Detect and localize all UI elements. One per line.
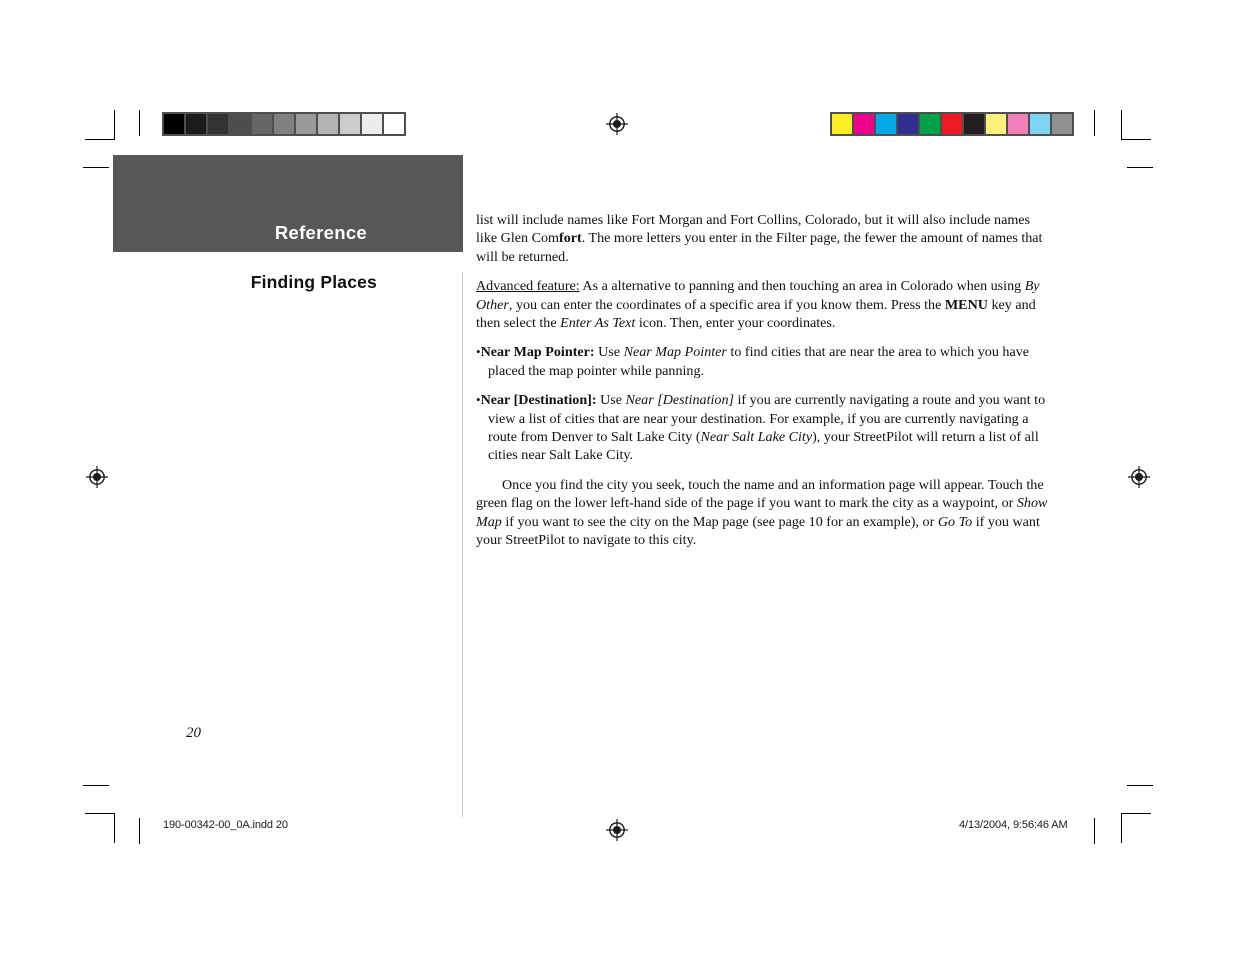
- paragraph-closing: Once you find the city you seek, touch t…: [476, 476, 1054, 550]
- color-swatch-4: [920, 114, 940, 134]
- list-item-term: Near [Destination]:: [480, 392, 597, 409]
- column-divider: [462, 272, 463, 817]
- crop-mark-top-right-vertical: [1121, 110, 1122, 140]
- crop-mark-top-left-bleed-horizontal: [83, 167, 109, 168]
- grayscale-swatch-1: [186, 114, 206, 134]
- color-swatch-6: [964, 114, 984, 134]
- list-item-italic-1: Near [Destination]: [625, 392, 734, 409]
- registration-target-icon-bottom: [606, 819, 628, 841]
- crop-mark-top-right-horizontal: [1121, 139, 1151, 140]
- closing-italic-go-to: Go To: [937, 513, 973, 530]
- color-swatch-0: [832, 114, 852, 134]
- paragraph-continued: list will include names like Fort Morgan…: [476, 211, 1054, 266]
- crop-mark-top-right-bleed-horizontal: [1127, 167, 1153, 168]
- page-title: Finding Places: [250, 272, 377, 292]
- advanced-text-2: , you can enter the coordinates of a spe…: [508, 296, 945, 313]
- grayscale-swatch-8: [340, 114, 360, 134]
- grayscale-swatch-7: [318, 114, 338, 134]
- color-swatch-5: [942, 114, 962, 134]
- footer-file-name: 190-00342-00_0A.indd 20: [163, 819, 288, 831]
- chapter-band-label: Reference: [274, 222, 367, 243]
- closing-text-2: if you want to see the city on the Map p…: [501, 513, 938, 530]
- advanced-text-1: As a alternative to panning and then tou…: [579, 278, 1025, 295]
- printed-page-proof: Reference Finding Places 20 list will in…: [0, 0, 1235, 954]
- crop-mark-top-left-vertical: [114, 110, 115, 140]
- grayscale-swatch-0: [164, 114, 184, 134]
- continued-text-bold: fort: [559, 230, 582, 247]
- crop-mark-top-right-bleed-vertical: [1094, 110, 1095, 136]
- paragraph-advanced-feature: Advanced feature: As a alternative to pa…: [476, 277, 1054, 332]
- grayscale-swatch-4: [252, 114, 272, 134]
- closing-text-1: Once you find the city you seek, touch t…: [476, 476, 1044, 512]
- crop-mark-bottom-left-horizontal: [85, 813, 115, 814]
- color-swatch-7: [986, 114, 1006, 134]
- grayscale-swatch-2: [208, 114, 228, 134]
- list-item: •Near Map Pointer: Use Near Map Pointer …: [476, 343, 1054, 380]
- footer-timestamp: 4/13/2004, 9:56:46 AM: [959, 819, 1068, 831]
- chapter-band: Reference: [113, 155, 463, 252]
- color-swatch-1: [854, 114, 874, 134]
- grayscale-swatch-9: [362, 114, 382, 134]
- list-item-italic-2: Near Salt Lake City: [700, 429, 813, 446]
- advanced-text-4: icon. Then, enter your coordinates.: [635, 315, 836, 332]
- body-text-column: list will include names like Fort Morgan…: [476, 211, 1054, 561]
- registration-target-icon-right: [1128, 466, 1150, 488]
- color-swatch-2: [876, 114, 896, 134]
- crop-mark-bottom-right-bleed-vertical: [1094, 818, 1095, 844]
- color-swatch-3: [898, 114, 918, 134]
- registration-target-icon-top: [606, 113, 628, 135]
- color-swatch-9: [1030, 114, 1050, 134]
- color-swatch-10: [1052, 114, 1072, 134]
- grayscale-calibration-strip: [162, 112, 406, 136]
- list-item-term: Near Map Pointer:: [480, 344, 595, 361]
- advanced-feature-label: Advanced feature:: [476, 278, 580, 295]
- crop-mark-bottom-right-vertical: [1121, 813, 1122, 843]
- crop-mark-bottom-right-bleed-horizontal: [1127, 785, 1153, 786]
- grayscale-swatch-10: [384, 114, 404, 134]
- grayscale-swatch-5: [274, 114, 294, 134]
- crop-mark-bottom-left-bleed-vertical: [139, 818, 140, 844]
- crop-mark-bottom-right-horizontal: [1121, 813, 1151, 814]
- list-item-italic-1: Near Map Pointer: [623, 344, 727, 361]
- crop-mark-top-left-bleed-vertical: [139, 110, 140, 136]
- page-number: 20: [186, 725, 201, 741]
- crop-mark-bottom-left-vertical: [114, 813, 115, 843]
- color-calibration-strip: [830, 112, 1074, 136]
- color-swatch-8: [1008, 114, 1028, 134]
- crop-mark-top-left-horizontal: [85, 139, 115, 140]
- list-item: •Near [Destination]: Use Near [Destinati…: [476, 391, 1054, 465]
- registration-target-icon-left: [86, 466, 108, 488]
- grayscale-swatch-6: [296, 114, 316, 134]
- grayscale-swatch-3: [230, 114, 250, 134]
- advanced-bold-menu: MENU: [944, 296, 988, 313]
- list-item-text-1: Use: [594, 344, 624, 361]
- advanced-italic-enter-as-text: Enter As Text: [560, 315, 636, 332]
- crop-mark-bottom-left-bleed-horizontal: [83, 785, 109, 786]
- list-item-text-1: Use: [596, 392, 626, 409]
